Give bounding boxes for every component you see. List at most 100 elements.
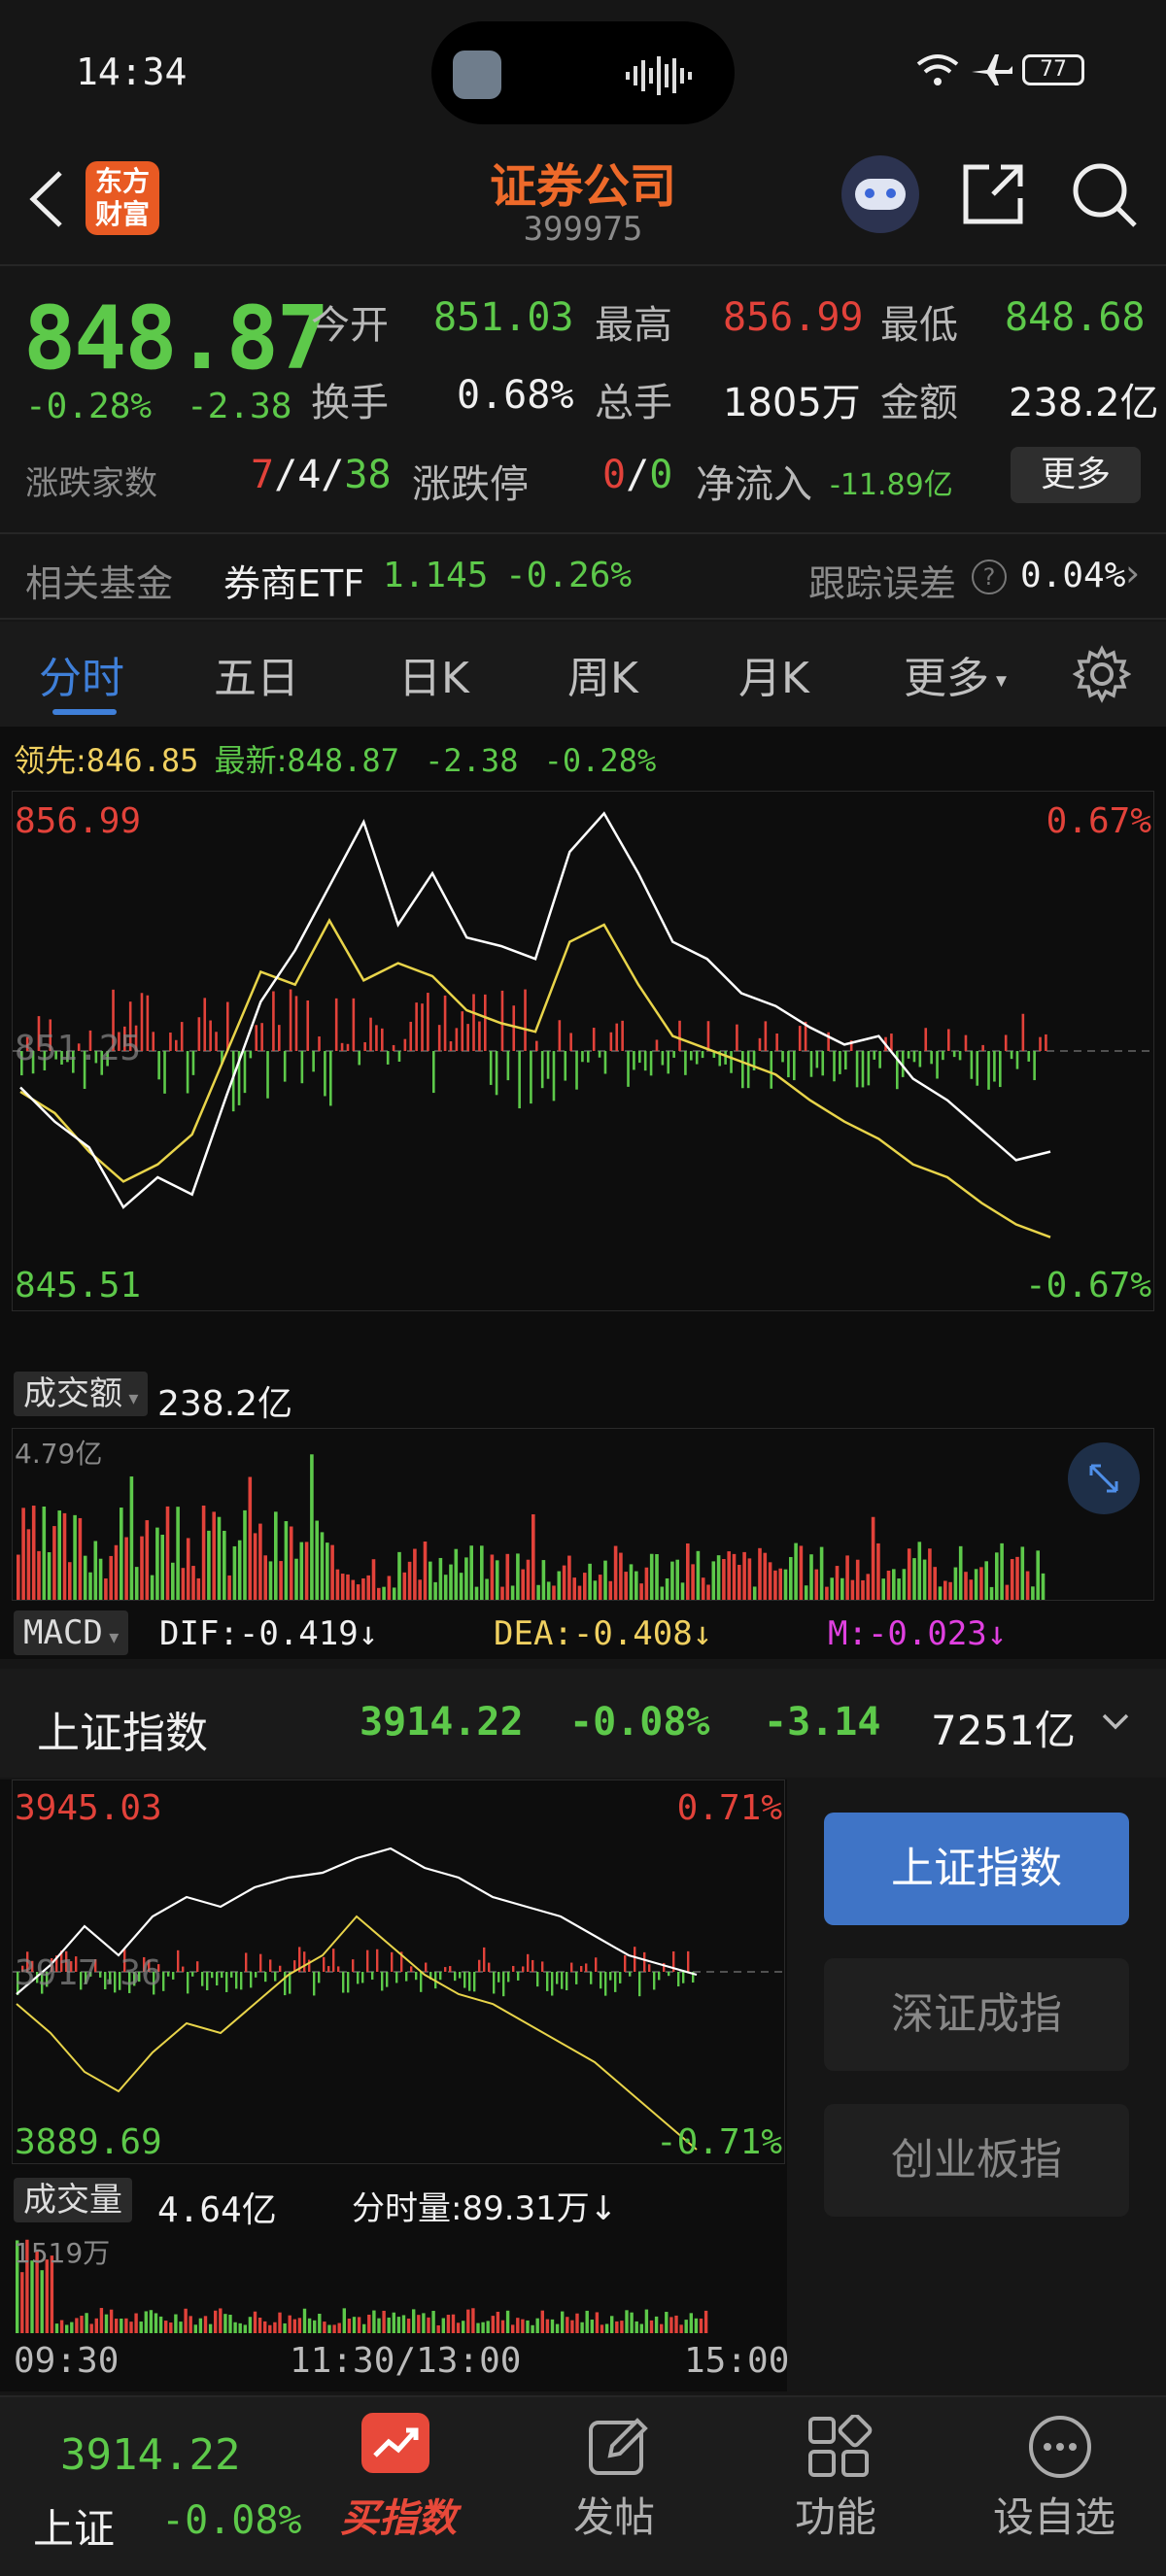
time-start-label: 09:30 <box>14 2341 120 2381</box>
tab-more[interactable]: 更多 ▾ <box>904 643 1007 705</box>
tab-five-day[interactable]: 五日 <box>214 643 299 705</box>
flow-bar <box>1039 1036 1042 1051</box>
settings-gear-icon[interactable] <box>1073 645 1131 703</box>
volume-bar <box>505 2310 510 2333</box>
volume-bar <box>99 2308 104 2333</box>
flow-bar <box>215 1032 218 1051</box>
amount-bar <box>783 1569 788 1600</box>
flow-bar <box>472 994 475 1051</box>
index-quote-bar[interactable]: 上证指数 3914.22 -0.08% -3.14 7251亿 <box>0 1669 1166 1778</box>
index-flow-bar <box>337 1966 340 1972</box>
chevron-down-icon[interactable] <box>1100 1712 1131 1735</box>
flow-bar <box>283 1051 287 1082</box>
flow-bar <box>272 991 275 1051</box>
amount-bar <box>686 1543 690 1600</box>
volume-bar <box>193 2324 197 2333</box>
amount-bar <box>598 1575 602 1600</box>
amount-bar <box>73 1514 77 1600</box>
assistant-robot-icon[interactable] <box>841 155 919 233</box>
flow-bar <box>432 1051 435 1094</box>
amount-bar <box>171 1562 175 1600</box>
flow-bar <box>437 1025 441 1051</box>
amount-bar <box>716 1555 721 1600</box>
index-button-chinext[interactable]: 创业板指 <box>824 2104 1129 2217</box>
volume-bar <box>561 2311 565 2333</box>
volume-bar <box>179 2322 183 2333</box>
nav-functions[interactable]: 功能 <box>766 2397 911 2576</box>
share-icon[interactable] <box>960 161 1026 227</box>
amount-bar <box>897 1578 901 1600</box>
dynamic-island[interactable] <box>431 21 735 124</box>
flow-bar <box>243 1051 247 1094</box>
nav-buy-index[interactable]: 买指数 <box>319 2397 484 2576</box>
amount-bar <box>361 1577 365 1600</box>
flow-bar <box>346 1043 350 1051</box>
volume-bar <box>620 2321 624 2333</box>
volume-bar <box>65 2324 69 2333</box>
tab-intraday[interactable]: 分时 <box>39 643 124 705</box>
index-flow-bar <box>575 1972 578 1984</box>
index-flow-bar <box>259 1953 262 1972</box>
flow-bar <box>930 1051 933 1065</box>
macd-selector[interactable]: MACD ▾ <box>14 1610 129 1655</box>
expand-icon[interactable] <box>1068 1442 1140 1514</box>
index-flow-bar <box>182 1966 185 1972</box>
amount-bar <box>47 1552 51 1600</box>
amount-bar <box>799 1545 804 1600</box>
amount-bar <box>567 1555 571 1600</box>
amount-bar <box>722 1559 726 1600</box>
index-chart-panel[interactable]: 3945.03 3917.36 3889.69 0.71% -0.71% 成交量… <box>0 1779 789 2391</box>
volume-selector[interactable]: 成交量 <box>14 2178 132 2222</box>
volume-bar <box>243 2324 247 2333</box>
volume-bar <box>337 2322 341 2333</box>
amount-bar <box>938 1586 943 1600</box>
index-price: 3914.22 <box>360 1700 524 1745</box>
volume-bar <box>357 2317 361 2333</box>
amount-bar <box>464 1557 468 1600</box>
amount-selector[interactable]: 成交额 ▾ <box>14 1372 149 1416</box>
volume-bar <box>318 2313 322 2333</box>
nav-add-watchlist[interactable]: 设自选 <box>981 2397 1147 2576</box>
volume-bar <box>580 2322 584 2333</box>
flow-bar <box>558 1020 562 1051</box>
app-header: 东方 财富 证券公司 399975 <box>0 146 1166 266</box>
bottom-nav: 3914.22 上证 -0.08% 买指数 发帖 功能 设自选 <box>0 2395 1166 2576</box>
volume-chart <box>16 2239 708 2333</box>
amount-bar <box>768 1562 772 1600</box>
nav-post[interactable]: 发帖 <box>544 2397 690 2576</box>
chevron-right-icon[interactable]: › <box>1125 552 1140 594</box>
index-flow-bar <box>522 1966 525 1972</box>
flow-bar <box>152 1032 155 1051</box>
flow-bar <box>736 1024 738 1051</box>
index-button-shanghai[interactable]: 上证指数 <box>824 1813 1129 1925</box>
amount-bar <box>429 1561 432 1600</box>
index-flow-bar <box>323 1956 326 1972</box>
edit-icon <box>589 2418 648 2475</box>
more-button[interactable]: 更多 <box>1011 447 1141 503</box>
amount-bar <box>593 1580 598 1600</box>
related-fund-row[interactable]: 相关基金 券商ETF 1.145 -0.26% 跟踪误差 ? 0.04% › <box>0 532 1166 620</box>
search-icon[interactable] <box>1069 159 1139 229</box>
tab-daily-k[interactable]: 日K <box>398 643 469 705</box>
index-button-shenzhen[interactable]: 深证成指 <box>824 1958 1129 2071</box>
amount-bar <box>191 1566 195 1600</box>
help-icon[interactable]: ? <box>972 559 1007 594</box>
app-icon <box>453 51 501 99</box>
amount-bar <box>284 1521 289 1600</box>
index-flow-bar <box>327 1966 330 1972</box>
volume-bar <box>471 2308 475 2333</box>
flow-bar <box>329 1051 332 1106</box>
flow-bar <box>815 1051 819 1068</box>
nav-index-ticker[interactable]: 3914.22 上证 -0.08% <box>0 2397 302 2576</box>
amount-bar <box>845 1555 849 1600</box>
tab-monthly-k[interactable]: 月K <box>738 643 809 705</box>
amount-bar <box>217 1516 222 1600</box>
index-flow-bar <box>303 1951 306 1972</box>
amount-bar <box>830 1577 834 1600</box>
intraday-chart-panel[interactable]: 领先:846.85 最新:848.87 -2.38 -0.28% 856.99 … <box>0 727 1166 1659</box>
amount-bar <box>248 1476 253 1600</box>
flow-bar <box>781 1051 784 1063</box>
flow-bar <box>695 1051 699 1065</box>
tab-weekly-k[interactable]: 周K <box>567 643 638 705</box>
status-time: 14:34 <box>76 51 188 93</box>
